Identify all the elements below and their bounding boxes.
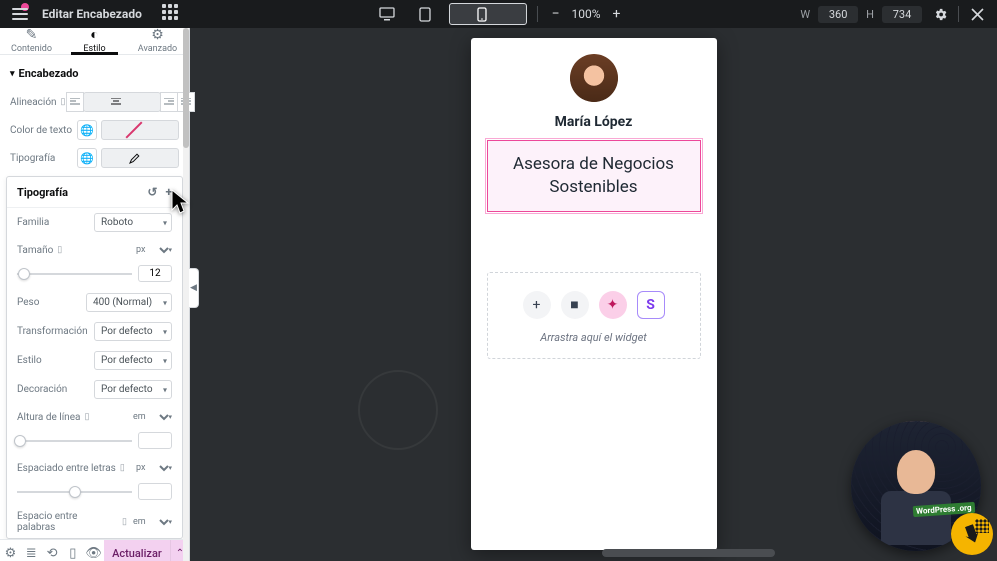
- align-left-button[interactable]: [66, 92, 84, 112]
- typography-edit-button[interactable]: [101, 148, 179, 168]
- responsive-icon[interactable]: ▯: [84, 412, 89, 422]
- editor-panel: ✎Contenido ◐Estilo ⚙Avanzado Encabezado …: [0, 28, 190, 561]
- tab-advanced[interactable]: ⚙Avanzado: [126, 28, 189, 54]
- responsive-icon[interactable]: ▯: [62, 540, 83, 561]
- align-center-button[interactable]: [83, 92, 161, 112]
- tab-content[interactable]: ✎Contenido: [0, 28, 63, 54]
- family-select[interactable]: Roboto: [94, 213, 172, 232]
- top-bar: Editar Encabezado − 100% + W 360 H 734: [0, 0, 997, 28]
- drop-zone[interactable]: + ■ ✦ S Arrastra aquí el widget: [487, 272, 701, 359]
- fontstyle-label: Estilo: [17, 355, 42, 366]
- add-widget-button[interactable]: +: [523, 291, 551, 319]
- contrast-icon: ◐: [90, 28, 98, 42]
- width-input[interactable]: 360: [818, 6, 858, 23]
- selection-ring: [358, 370, 438, 450]
- settings-icon[interactable]: [930, 4, 950, 24]
- size-unit-select[interactable]: px: [130, 242, 172, 258]
- letterspacing-slider[interactable]: [17, 485, 132, 499]
- size-label: Tamaño: [17, 245, 53, 256]
- weight-label: Peso: [17, 297, 39, 308]
- navigator-icon[interactable]: ≣: [21, 540, 42, 561]
- decoration-select[interactable]: Por defecto: [94, 380, 172, 399]
- zoom-out-button[interactable]: −: [547, 6, 563, 22]
- width-label: W: [800, 8, 810, 21]
- lineheight-unit[interactable]: em: [127, 409, 172, 425]
- tablet-device-button[interactable]: [410, 3, 438, 25]
- section-heading[interactable]: Encabezado: [0, 55, 189, 88]
- letterspacing-unit[interactable]: px: [130, 460, 172, 476]
- click-indicator-icon: [951, 513, 993, 555]
- responsive-icon[interactable]: ▯: [120, 463, 125, 473]
- fontstyle-select[interactable]: Por defecto: [94, 351, 172, 370]
- color-none-button[interactable]: [101, 120, 179, 140]
- letterspacing-input[interactable]: [138, 483, 172, 500]
- letterspacing-label: Espaciado entre letras: [17, 463, 116, 474]
- weight-select[interactable]: 400 (Normal): [86, 293, 172, 312]
- widgets-grid-button[interactable]: [162, 4, 182, 24]
- page-settings-icon[interactable]: ⚙: [0, 540, 21, 561]
- tab-style[interactable]: ◐Estilo: [63, 28, 126, 54]
- zoom-in-button[interactable]: +: [609, 6, 625, 22]
- desktop-device-button[interactable]: [372, 3, 400, 25]
- history-icon[interactable]: ⟲: [42, 540, 63, 561]
- drop-hint: Arrastra aquí el widget: [540, 331, 647, 344]
- height-input[interactable]: 734: [882, 6, 922, 23]
- close-icon[interactable]: [967, 4, 987, 24]
- family-label: Familia: [17, 217, 49, 228]
- typography-label: Tipografía: [10, 153, 55, 164]
- mobile-device-button[interactable]: [448, 3, 526, 25]
- preview-frame: María López Asesora de Negocios Sostenib…: [471, 38, 717, 550]
- responsive-icon[interactable]: ▯: [61, 97, 66, 107]
- zoom-value: 100%: [571, 7, 600, 21]
- wordspacing-unit[interactable]: em: [127, 514, 172, 530]
- menu-button[interactable]: [8, 2, 32, 26]
- decoration-label: Decoración: [17, 384, 67, 395]
- ai-icon[interactable]: ✦: [599, 291, 627, 319]
- person-name[interactable]: María López: [555, 114, 633, 130]
- page-title: Editar Encabezado: [42, 7, 142, 21]
- panel-footer: ⚙ ≣ ⟲ ▯ 👁 Actualizar ⌃: [0, 539, 189, 561]
- size-slider[interactable]: [17, 267, 132, 281]
- gear-icon: ⚙: [151, 28, 164, 42]
- typography-popover: Tipografía ↺ + Familia Roboto Tamaño ▯ px P…: [6, 176, 183, 539]
- align-right-button[interactable]: [160, 92, 178, 112]
- publish-button[interactable]: Actualizar: [104, 540, 170, 561]
- align-group: [66, 92, 195, 112]
- text-color-label: Color de texto: [10, 125, 72, 136]
- lineheight-input[interactable]: [138, 432, 172, 449]
- wordspacing-label: Espacio entre palabras: [17, 511, 118, 533]
- height-label: H: [866, 8, 874, 21]
- preview-icon[interactable]: 👁: [83, 540, 104, 561]
- lineheight-slider[interactable]: [17, 434, 132, 448]
- avatar[interactable]: [570, 54, 618, 102]
- s-icon[interactable]: S: [637, 291, 665, 319]
- popover-title: Tipografía: [17, 186, 68, 199]
- globe-icon[interactable]: 🌐: [77, 120, 97, 140]
- size-input[interactable]: [138, 265, 172, 282]
- folder-icon[interactable]: ■: [561, 291, 589, 319]
- transform-label: Transformación: [17, 326, 88, 337]
- align-label: Alineación: [10, 97, 57, 108]
- lineheight-label: Altura de línea: [17, 412, 80, 423]
- globe-icon[interactable]: 🌐: [77, 148, 97, 168]
- reset-icon[interactable]: ↺: [147, 185, 157, 199]
- add-icon[interactable]: +: [165, 185, 172, 199]
- heading-widget[interactable]: Asesora de Negocios Sostenibles: [487, 140, 701, 212]
- transform-select[interactable]: Por defecto: [94, 322, 172, 341]
- responsive-icon[interactable]: ▯: [57, 245, 62, 255]
- pencil-icon: ✎: [26, 28, 38, 42]
- collapse-panel-button[interactable]: ◀: [189, 268, 199, 308]
